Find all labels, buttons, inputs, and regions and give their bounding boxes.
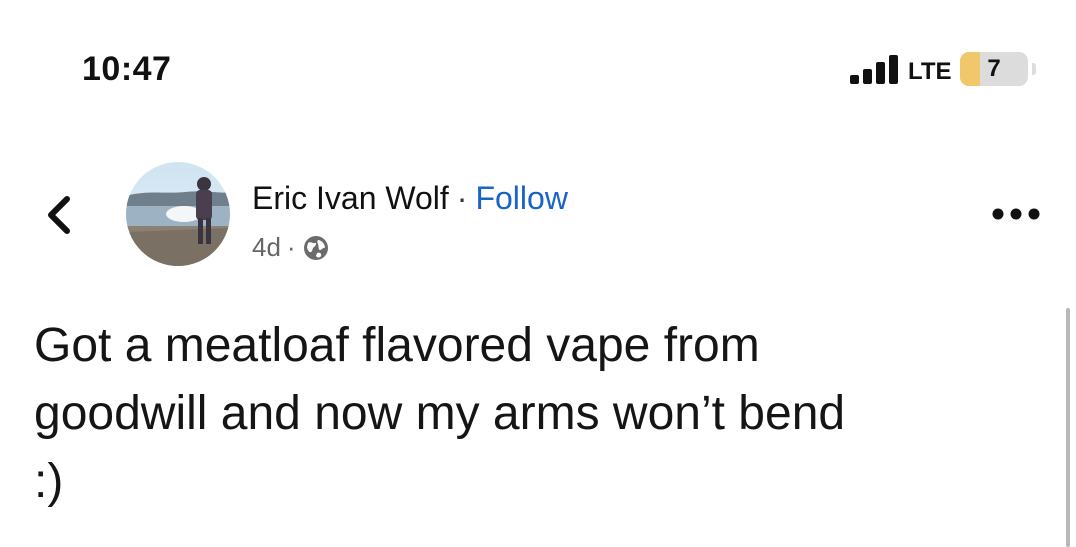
post-text: Got a meatloaf flavored vape from goodwi… [34, 319, 846, 508]
scroll-indicator[interactable] [1066, 308, 1070, 547]
network-type: LTE [908, 58, 952, 85]
meta-separator: · [286, 232, 296, 262]
more-options-button[interactable] [990, 204, 1042, 224]
battery-level: 7 [987, 55, 1001, 82]
author-line: Eric Ivan Wolf · Follow [252, 180, 568, 217]
back-button[interactable] [40, 193, 80, 237]
status-bar: 10:47 LTE 7 [0, 0, 1076, 120]
avatar[interactable] [126, 162, 230, 266]
globe-icon [303, 235, 328, 260]
author-name[interactable]: Eric Ivan Wolf [252, 180, 449, 216]
follow-button[interactable]: Follow [475, 180, 567, 216]
battery-icon: 7 [960, 52, 1028, 86]
author-separator: · [456, 180, 468, 216]
status-time: 10:47 [82, 50, 172, 88]
post-timestamp[interactable]: 4d [252, 232, 281, 263]
cellular-signal-icon [850, 55, 898, 84]
battery-body: 7 [960, 52, 1028, 86]
chevron-left-icon [48, 196, 70, 234]
more-horizontal-icon [992, 208, 1040, 220]
battery-cap [1032, 63, 1036, 75]
post-meta: 4d · [252, 232, 330, 263]
